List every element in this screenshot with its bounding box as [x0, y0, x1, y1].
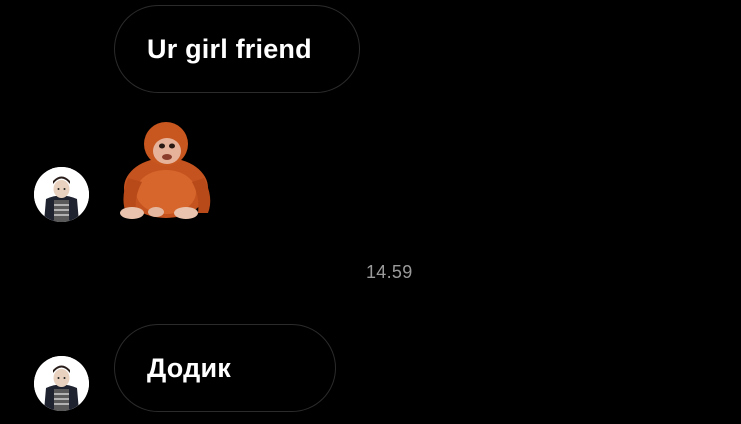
message-bubble-1[interactable]: Ur girl friend	[114, 5, 360, 93]
message-timestamp: 14.59	[366, 262, 413, 282]
message-bubble-2[interactable]: Додик	[114, 324, 336, 412]
message-text-1: Ur girl friend	[147, 33, 312, 64]
sender-avatar[interactable]	[34, 167, 89, 222]
person-avatar-icon	[34, 167, 89, 222]
message-text-2: Додик	[147, 352, 231, 383]
orangutan-sticker-icon	[120, 122, 211, 219]
person-avatar-icon	[34, 356, 89, 411]
sender-avatar[interactable]	[34, 356, 89, 411]
orangutan-sticker[interactable]	[114, 118, 220, 224]
